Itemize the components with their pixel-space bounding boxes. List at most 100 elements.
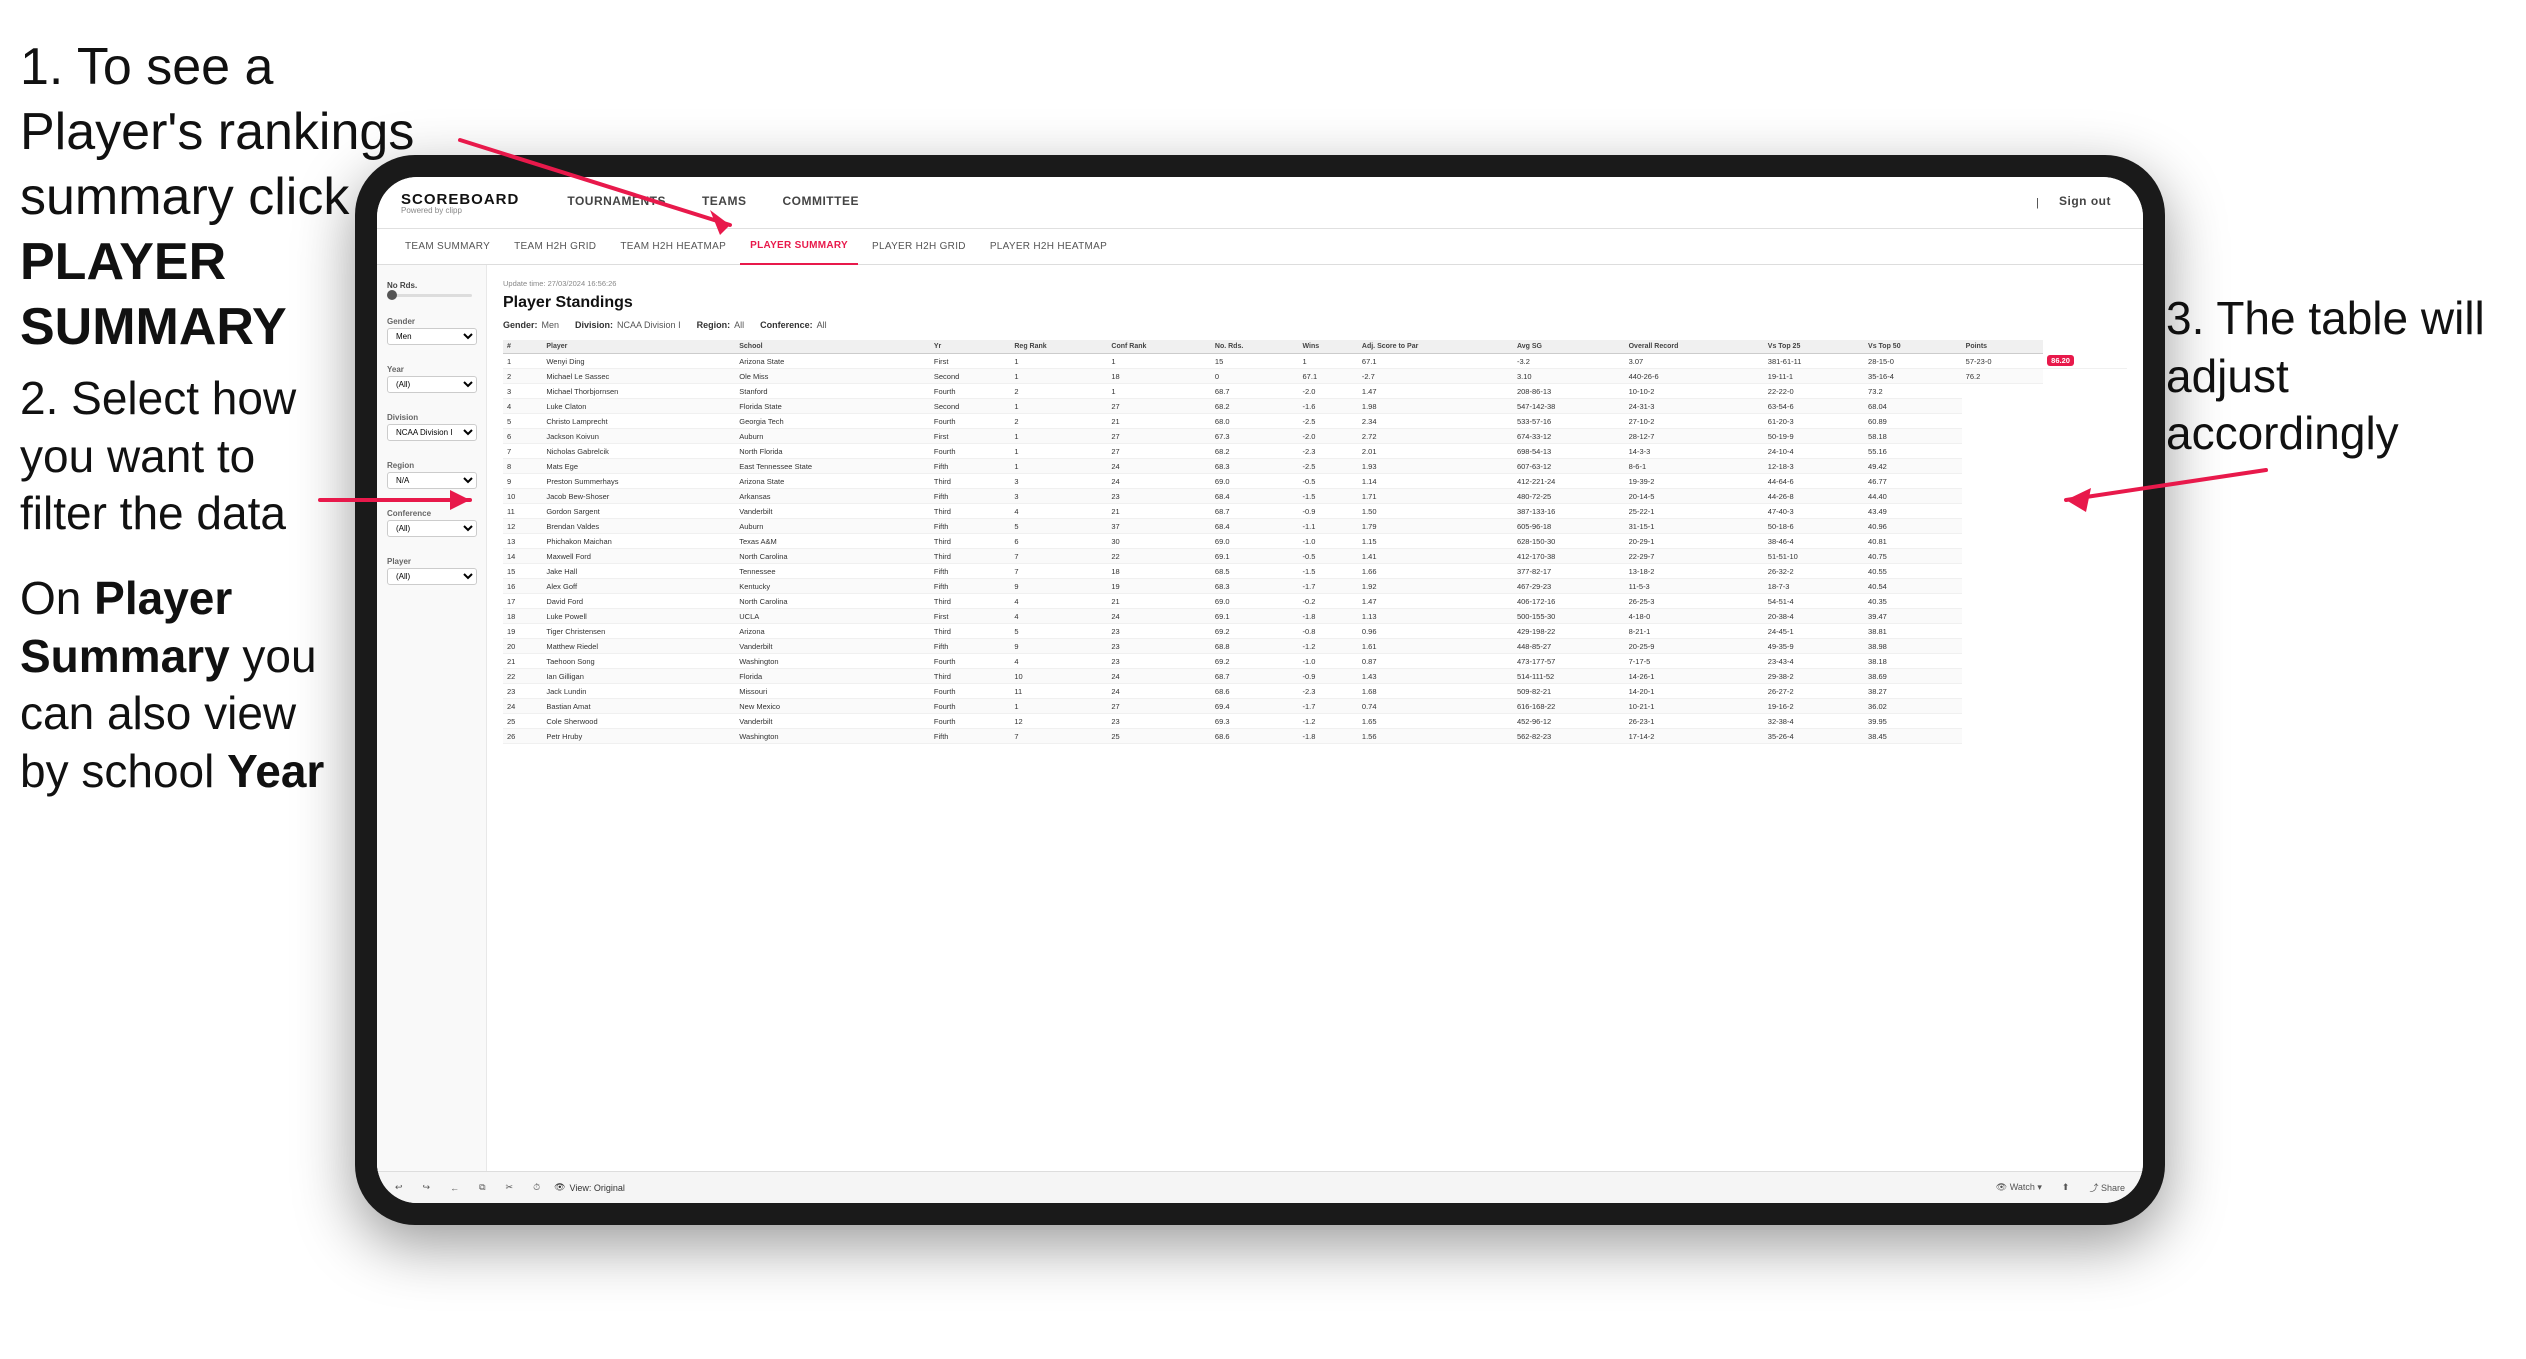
table-cell: 7 [1010, 549, 1107, 564]
table-cell: 22-22-0 [1764, 384, 1864, 399]
nav-teams[interactable]: TEAMS [684, 177, 765, 229]
year-control: Year (All) [387, 365, 476, 393]
table-row: 21Taehoon SongWashingtonFourth42369.2-1.… [503, 654, 2127, 669]
region-select[interactable]: N/A [387, 472, 477, 489]
table-cell: -0.2 [1299, 594, 1358, 609]
table-cell: -2.0 [1299, 384, 1358, 399]
table-cell: -0.9 [1299, 669, 1358, 684]
year-label: Year [387, 365, 476, 374]
nav-tournaments[interactable]: TOURNAMENTS [549, 177, 684, 229]
table-cell: Mats Ege [542, 459, 735, 474]
table-cell: 605-96-18 [1513, 519, 1625, 534]
table-cell: 30 [1107, 534, 1211, 549]
division-select[interactable]: NCAA Division I [387, 424, 477, 441]
subnav-player-h2h-grid[interactable]: PLAYER H2H GRID [862, 229, 976, 265]
table-cell: 26-25-3 [1625, 594, 1764, 609]
table-cell: 4 [1010, 594, 1107, 609]
table-cell: North Florida [735, 444, 930, 459]
slider-handle[interactable] [387, 290, 397, 300]
table-cell: Missouri [735, 684, 930, 699]
subnav-team-h2h-grid[interactable]: TEAM H2H GRID [504, 229, 606, 265]
nav-committee[interactable]: COMMITTEE [764, 177, 877, 229]
toolbar-share[interactable]: ⤴ Share [2083, 1178, 2131, 1197]
toolbar-back[interactable]: ← [444, 1180, 465, 1196]
toolbar-watch[interactable]: 👁 Watch ▾ [1990, 1179, 2048, 1196]
table-cell: 40.54 [1864, 579, 1962, 594]
toolbar-view: 👁 View: Original [554, 1182, 625, 1193]
gender-select[interactable]: Men [387, 328, 477, 345]
main-nav: TOURNAMENTS TEAMS COMMITTEE [549, 177, 2036, 229]
table-cell: 21 [1107, 594, 1211, 609]
table-cell: -0.5 [1299, 474, 1358, 489]
main-content: No Rds. Gender Men Year (All) [377, 265, 2143, 1171]
toolbar-undo[interactable]: ↩ [389, 1179, 409, 1196]
toolbar-clock[interactable]: ⏱ [527, 1179, 546, 1196]
table-area: Update time: 27/03/2024 16:56:26 Player … [487, 265, 2143, 1171]
table-cell: 1.61 [1358, 639, 1513, 654]
table-cell: 69.3 [1211, 714, 1299, 729]
toolbar-copy[interactable]: ⧉ [473, 1179, 491, 1196]
table-cell: 14-26-1 [1625, 669, 1764, 684]
gender-control: Gender Men [387, 317, 476, 345]
toolbar-redo[interactable]: ↪ [417, 1179, 437, 1196]
table-cell: 23 [1107, 624, 1211, 639]
subnav-team-summary[interactable]: TEAM SUMMARY [395, 229, 500, 265]
table-cell: Fourth [930, 714, 1011, 729]
table-cell: 1 [1107, 354, 1211, 369]
table-cell: Arizona State [735, 474, 930, 489]
year-select[interactable]: (All) [387, 376, 477, 393]
table-row: 15Jake HallTennesseeFifth71868.5-1.51.66… [503, 564, 2127, 579]
table-cell: -1.5 [1299, 564, 1358, 579]
toolbar-view-label: View: Original [570, 1183, 625, 1193]
table-cell: Vanderbilt [735, 504, 930, 519]
subnav-team-h2h-heatmap[interactable]: TEAM H2H HEATMAP [610, 229, 736, 265]
table-cell: 1 [1010, 354, 1107, 369]
table-cell: 44.40 [1864, 489, 1962, 504]
filter-division-value: NCAA Division I [617, 320, 681, 330]
conference-select[interactable]: (All) [387, 520, 477, 537]
table-row: 7Nicholas GabrelcikNorth FloridaFourth12… [503, 444, 2127, 459]
table-cell: Luke Powell [542, 609, 735, 624]
subnav-player-h2h-heatmap[interactable]: PLAYER H2H HEATMAP [980, 229, 1117, 265]
table-cell: 1.66 [1358, 564, 1513, 579]
table-cell: 1.79 [1358, 519, 1513, 534]
table-cell: 35-26-4 [1764, 729, 1864, 744]
table-cell: Luke Claton [542, 399, 735, 414]
table-cell: UCLA [735, 609, 930, 624]
table-cell: 23 [1107, 489, 1211, 504]
table-cell: Jacob Bew-Shoser [542, 489, 735, 504]
subnav-player-summary[interactable]: PLAYER SUMMARY [740, 229, 858, 265]
table-cell: -1.7 [1299, 579, 1358, 594]
table-cell: 51-51-10 [1764, 549, 1864, 564]
player-select[interactable]: (All) [387, 568, 477, 585]
table-cell: Fourth [930, 444, 1011, 459]
table-cell: 68.2 [1211, 399, 1299, 414]
toolbar-export[interactable]: ⬆ [2056, 1179, 2076, 1196]
sign-out-button[interactable]: Sign out [2051, 177, 2119, 229]
toolbar-cut[interactable]: ✂ [500, 1179, 520, 1196]
table-cell: 25 [1107, 729, 1211, 744]
table-cell: Fourth [930, 654, 1011, 669]
table-cell: 20-38-4 [1764, 609, 1864, 624]
table-cell: 1.65 [1358, 714, 1513, 729]
table-cell: 15 [503, 564, 542, 579]
table-cell: Auburn [735, 429, 930, 444]
filter-conference-value: All [817, 320, 827, 330]
table-cell: 29-38-2 [1764, 669, 1864, 684]
table-cell: 1 [1010, 429, 1107, 444]
col-vs-top50: Vs Top 50 [1864, 340, 1962, 354]
table-cell: 0.96 [1358, 624, 1513, 639]
table-cell: 68.5 [1211, 564, 1299, 579]
table-cell: 69.1 [1211, 609, 1299, 624]
filter-conference-label: Conference: [760, 320, 813, 330]
no-rds-slider[interactable] [387, 294, 472, 297]
table-cell: -3.2 [1513, 354, 1625, 369]
table-cell: 8-6-1 [1625, 459, 1764, 474]
col-adj-score: Adj. Score to Par [1358, 340, 1513, 354]
sub-nav: TEAM SUMMARY TEAM H2H GRID TEAM H2H HEAT… [377, 229, 2143, 265]
table-cell: Third [930, 669, 1011, 684]
table-cell: 47-40-3 [1764, 504, 1864, 519]
table-cell: 24 [503, 699, 542, 714]
instruction-step3: 3. The table willadjust accordingly [2166, 290, 2506, 463]
table-cell: 2 [1010, 384, 1107, 399]
